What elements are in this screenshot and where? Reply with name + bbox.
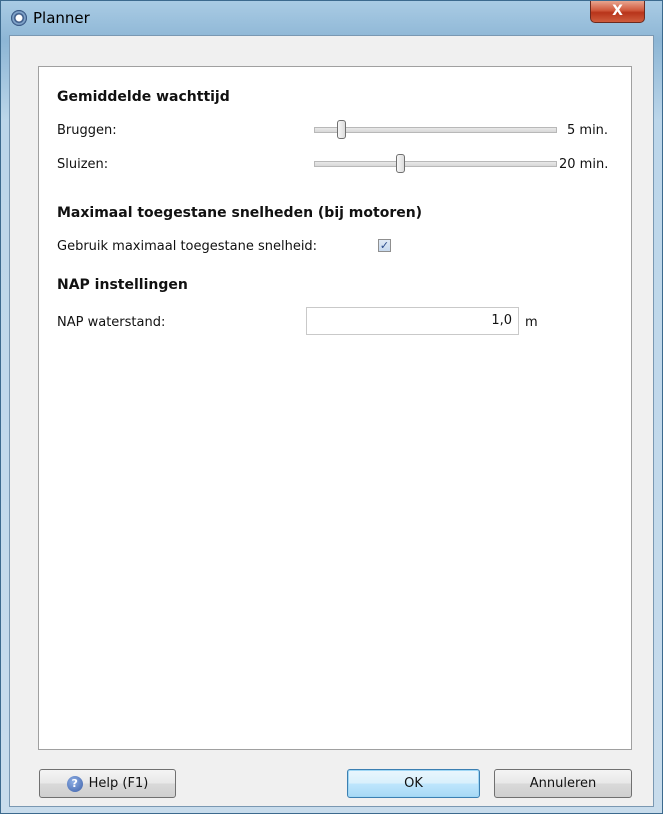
cancel-button-label: Annuleren xyxy=(529,776,597,791)
title-bar[interactable]: Planner X xyxy=(1,1,662,34)
ok-button-label: OK xyxy=(404,776,423,791)
help-button-label: Help (F1) xyxy=(88,776,149,791)
snelheid-checkbox-label: Gebruik maximaal toegestane snelheid: xyxy=(57,239,318,254)
slider-track xyxy=(314,127,557,133)
sluizen-label: Sluizen: xyxy=(57,157,109,172)
heading-snelheden: Maximaal toegestane snelheden (bij motor… xyxy=(57,205,423,221)
sluizen-slider[interactable] xyxy=(314,154,557,173)
help-icon: ? xyxy=(66,775,83,792)
snelheid-checkbox[interactable]: ✓ xyxy=(378,239,391,252)
app-icon xyxy=(11,10,27,26)
sluizen-value: 20 min. xyxy=(559,157,609,172)
nap-label: NAP waterstand: xyxy=(57,315,166,330)
window-title: Planner xyxy=(33,9,90,27)
dialog-body: Gemiddelde wachttijd Bruggen: 5 min. Slu… xyxy=(9,35,654,807)
bruggen-slider[interactable] xyxy=(314,120,557,139)
settings-panel: Gemiddelde wachttijd Bruggen: 5 min. Slu… xyxy=(38,66,632,750)
slider-track xyxy=(314,161,557,167)
slider-thumb[interactable] xyxy=(337,120,346,139)
heading-wachttijd: Gemiddelde wachttijd xyxy=(57,89,230,105)
slider-thumb[interactable] xyxy=(396,154,405,173)
nap-waterstand-input[interactable]: 1,0 xyxy=(306,307,519,335)
close-button[interactable]: X xyxy=(590,1,645,23)
bruggen-label: Bruggen: xyxy=(57,123,117,138)
planner-window: Planner X Gemiddelde wachttijd Bruggen: … xyxy=(0,0,663,814)
heading-nap: NAP instellingen xyxy=(57,277,188,293)
help-button[interactable]: ? Help (F1) xyxy=(39,769,176,798)
cancel-button[interactable]: Annuleren xyxy=(494,769,632,798)
nap-unit: m xyxy=(525,315,538,330)
bruggen-value: 5 min. xyxy=(567,123,609,138)
ok-button[interactable]: OK xyxy=(347,769,480,798)
